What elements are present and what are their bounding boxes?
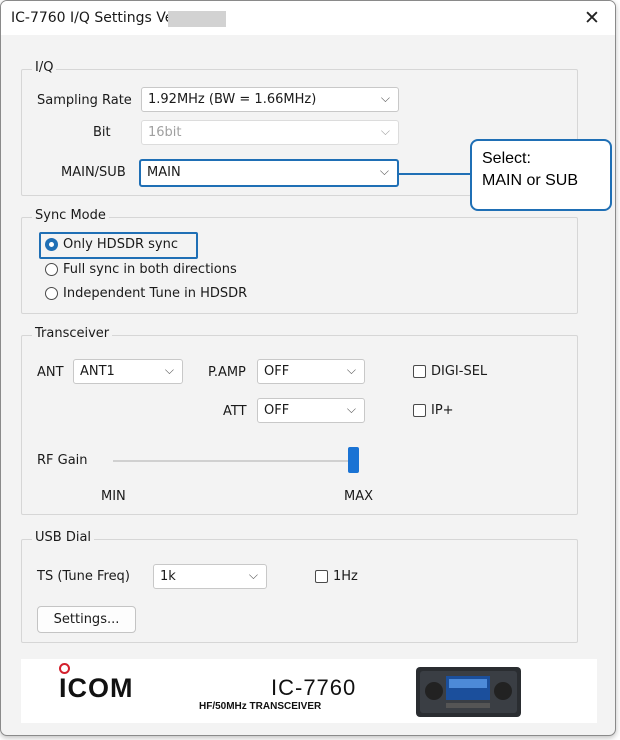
chevron-down-icon: ⌵ — [164, 363, 174, 377]
icom-logo: ICOM — [59, 673, 134, 703]
rf-gain-min-label: MIN — [101, 489, 126, 504]
pamp-dropdown[interactable]: OFF ⌵ — [257, 359, 365, 384]
rf-gain-max-label: MAX — [344, 489, 374, 504]
sampling-rate-label: Sampling Rate — [37, 93, 132, 108]
ant-dropdown[interactable]: ANT1 ⌵ — [73, 359, 183, 384]
checkbox-icon — [315, 570, 328, 583]
settings-window: IC-7760 I/Q Settings Ver ✕ I/Q Sampling … — [0, 0, 616, 736]
pamp-label: P.AMP — [208, 365, 246, 380]
ipplus-label: IP+ — [431, 403, 454, 418]
transceiver-image — [416, 667, 521, 717]
ts-value: 1k — [160, 569, 176, 584]
radio-label: Independent Tune in HDSDR — [63, 286, 248, 301]
chevron-down-icon: ⌵ — [379, 164, 389, 178]
bit-value: 16bit — [148, 125, 182, 140]
window-title: IC-7760 I/Q Settings Ver — [11, 10, 180, 26]
ts-dropdown[interactable]: 1k ⌵ — [153, 564, 267, 589]
rf-gain-slider-thumb[interactable] — [348, 447, 359, 473]
title-bar: IC-7760 I/Q Settings Ver ✕ — [1, 1, 615, 35]
icom-banner: ICOM IC-7760 HF/50MHz TRANSCEIVER — [21, 659, 597, 723]
digisel-label: DIGI-SEL — [431, 364, 488, 379]
radio-label: Only HDSDR sync — [63, 237, 178, 252]
sampling-rate-dropdown[interactable]: 1.92MHz (BW = 1.66MHz) ⌵ — [141, 87, 399, 112]
ant-value: ANT1 — [80, 364, 115, 379]
radio-unselected-icon — [45, 287, 58, 300]
model-name: IC-7760 — [271, 675, 357, 700]
model-subtitle: HF/50MHz TRANSCEIVER — [199, 701, 322, 712]
callout-line-2: MAIN or SUB — [482, 172, 579, 189]
bit-label: Bit — [93, 125, 111, 140]
checkbox-icon — [413, 365, 426, 378]
main-sub-value: MAIN — [147, 165, 181, 180]
rf-gain-label: RF Gain — [37, 453, 88, 468]
onehz-label: 1Hz — [333, 569, 358, 584]
usb-dial-legend: USB Dial — [32, 530, 95, 545]
iq-legend: I/Q — [32, 60, 57, 75]
callout-box: Select: MAIN or SUB — [470, 139, 612, 211]
chevron-down-icon: ⌵ — [346, 402, 356, 416]
main-sub-label: MAIN/SUB — [61, 165, 126, 180]
radio-unselected-icon — [45, 263, 58, 276]
sampling-rate-value: 1.92MHz (BW = 1.66MHz) — [148, 92, 317, 107]
att-dropdown[interactable]: OFF ⌵ — [257, 398, 365, 423]
att-value: OFF — [264, 403, 290, 418]
callout-connector — [398, 173, 470, 175]
checkbox-icon — [413, 404, 426, 417]
transceiver-illustration-icon — [420, 671, 517, 713]
radio-selected-icon — [45, 238, 58, 251]
chevron-down-icon: ⌵ — [380, 124, 390, 138]
rf-gain-track[interactable] — [113, 460, 359, 462]
sync-mode-legend: Sync Mode — [32, 208, 109, 223]
ant-label: ANT — [37, 365, 64, 380]
radio-label: Full sync in both directions — [63, 262, 237, 277]
transceiver-legend: Transceiver — [32, 326, 113, 341]
version-redacted — [168, 11, 226, 27]
chevron-down-icon: ⌵ — [248, 568, 258, 582]
pamp-value: OFF — [264, 364, 290, 379]
main-sub-dropdown[interactable]: MAIN ⌵ — [139, 159, 399, 187]
chevron-down-icon: ⌵ — [380, 91, 390, 105]
settings-button[interactable]: Settings... — [37, 606, 136, 633]
ts-label: TS (Tune Freq) — [37, 569, 130, 584]
close-icon[interactable]: ✕ — [579, 6, 605, 30]
bit-dropdown: 16bit ⌵ — [141, 120, 399, 145]
callout-line-1: Select: — [482, 150, 531, 167]
chevron-down-icon: ⌵ — [346, 363, 356, 377]
att-label: ATT — [223, 404, 247, 419]
